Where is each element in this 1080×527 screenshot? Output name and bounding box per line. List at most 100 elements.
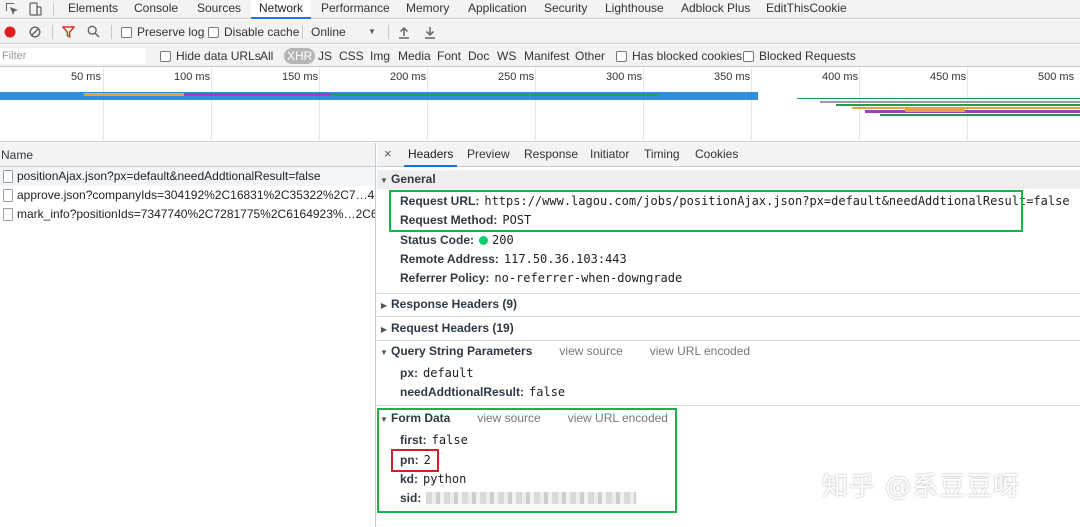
tab-sources[interactable]: Sources [189, 0, 249, 19]
close-icon[interactable]: × [384, 143, 392, 165]
gridline [103, 68, 104, 142]
view-url-encoded-link[interactable]: view URL encoded [650, 344, 750, 358]
detail-tabs: × Headers Preview Response Initiator Tim… [377, 143, 1080, 167]
request-headers-title: Request Headers (19) [391, 321, 514, 335]
hide-data-urls-checkbox[interactable]: Hide data URLs [160, 45, 261, 67]
checkbox-box [160, 51, 171, 62]
type-filter-img[interactable]: Img [367, 45, 393, 67]
watermark: 知乎 @系豆豆呀 [822, 472, 1021, 502]
tab-application[interactable]: Application [460, 0, 535, 19]
has-blocked-cookies-label: Has blocked cookies [632, 49, 743, 63]
preserve-log-checkbox[interactable]: Preserve log [121, 20, 204, 44]
response-headers-section-header[interactable]: ▶ Response Headers (9) [377, 295, 1080, 314]
tab-network[interactable]: Network [251, 0, 312, 19]
response-headers-title: Response Headers (9) [391, 297, 518, 311]
request-row[interactable]: approve.json?companyIds=304192%2C16831%2… [0, 186, 375, 205]
blocked-requests-label: Blocked Requests [759, 49, 856, 63]
inspect-element-icon[interactable] [4, 1, 20, 17]
timeline-tick: 150 ms [282, 71, 319, 83]
disable-cache-label: Disable cache [224, 25, 300, 39]
param-value: default [423, 366, 474, 380]
request-list: Name positionAjax.json?px=default&needAd… [0, 143, 376, 527]
tab-security[interactable]: Security [536, 0, 595, 19]
tab-lighthouse[interactable]: Lighthouse [597, 0, 672, 19]
search-icon[interactable] [87, 25, 100, 38]
gridline [751, 68, 752, 142]
import-har-icon[interactable] [398, 25, 410, 39]
general-section-header[interactable]: ▼ General [377, 170, 1080, 189]
name-column-header[interactable]: Name [0, 143, 375, 167]
timeline-tick: 300 ms [606, 71, 643, 83]
triangle-down-icon: ▼ [380, 348, 388, 357]
checkbox-box [121, 27, 132, 38]
tab-editthiscookie[interactable]: EditThisCookie [758, 0, 855, 19]
type-filter-all[interactable]: All [257, 45, 276, 67]
record-icon[interactable] [4, 26, 16, 38]
devtools-main-tabs: Elements Console Sources Network Perform… [0, 0, 1080, 19]
filter-icon[interactable] [62, 26, 75, 38]
blocked-requests-checkbox[interactable]: Blocked Requests [743, 45, 856, 67]
tab-memory[interactable]: Memory [398, 0, 457, 19]
tab-adblock-plus[interactable]: Adblock Plus [673, 0, 758, 19]
tab-initiator[interactable]: Initiator [586, 143, 633, 167]
timeline-bar [184, 93, 330, 96]
type-filter-js[interactable]: JS [315, 45, 335, 67]
tab-timing[interactable]: Timing [640, 143, 684, 167]
chevron-down-icon[interactable]: ▼ [368, 20, 376, 44]
filter-input[interactable] [0, 48, 145, 64]
has-blocked-cookies-checkbox[interactable]: Has blocked cookies [616, 45, 742, 67]
timeline-bar [865, 110, 1080, 113]
request-row[interactable]: positionAjax.json?px=default&needAddtion… [0, 167, 375, 186]
throttling-value: Online [311, 25, 346, 39]
request-row[interactable]: mark_info?positionIds=7347740%2C7281775%… [0, 205, 375, 224]
timeline-bar [836, 104, 1080, 106]
tab-console[interactable]: Console [126, 0, 186, 19]
timeline-bar [797, 98, 1080, 99]
remote-address-row: Remote Address: 117.50.36.103:443 [400, 250, 627, 268]
device-toolbar-icon[interactable] [27, 1, 43, 17]
query-string-title: Query String Parameters [391, 344, 533, 358]
view-source-link[interactable]: view source [559, 344, 622, 358]
tab-cookies[interactable]: Cookies [691, 143, 742, 167]
type-filter-other[interactable]: Other [572, 45, 608, 67]
param-key: needAddtionalResult: [400, 385, 525, 399]
type-filter-css[interactable]: CSS [336, 45, 367, 67]
disable-cache-checkbox[interactable]: Disable cache [208, 20, 299, 44]
toolbar-separator [302, 25, 303, 39]
param-key: px: [400, 366, 418, 380]
status-ok-icon [479, 236, 489, 245]
general-title: General [391, 172, 436, 186]
type-filter-media[interactable]: Media [395, 45, 434, 67]
timeline-overview[interactable]: 50 ms 100 ms 150 ms 200 ms 250 ms 300 ms… [0, 68, 1080, 142]
checkbox-box [743, 51, 754, 62]
referrer-policy-key: Referrer Policy: [400, 271, 490, 285]
type-filter-ws[interactable]: WS [494, 45, 519, 67]
throttling-select[interactable]: Online [311, 20, 346, 44]
triangle-down-icon: ▼ [380, 176, 388, 185]
type-filter-xhr[interactable]: XHR [284, 48, 316, 64]
tab-headers[interactable]: Headers [404, 143, 458, 167]
toolbar-separator [52, 25, 53, 39]
toolbar-separator [388, 25, 389, 39]
tab-preview[interactable]: Preview [463, 143, 514, 167]
timeline-tick: 50 ms [71, 71, 101, 83]
file-icon [3, 208, 13, 221]
query-string-section-header[interactable]: ▼ Query String Parameters view source view … [377, 342, 1080, 361]
type-filter-doc[interactable]: Doc [465, 45, 492, 67]
referrer-policy-value: no-referrer-when-downgrade [494, 271, 683, 285]
timeline-bar [852, 107, 1080, 109]
tab-performance[interactable]: Performance [313, 0, 398, 19]
timeline-bar [330, 93, 660, 96]
type-filter-font[interactable]: Font [434, 45, 464, 67]
export-har-icon[interactable] [424, 25, 436, 39]
checkbox-box [616, 51, 627, 62]
section-divider [377, 293, 1080, 294]
clear-icon[interactable] [29, 26, 41, 38]
tab-response[interactable]: Response [520, 143, 582, 167]
timeline-tick: 200 ms [390, 71, 427, 83]
file-icon [3, 189, 13, 202]
request-headers-section-header[interactable]: ▶ Request Headers (19) [377, 319, 1080, 338]
timeline-bar [905, 109, 965, 112]
type-filter-manifest[interactable]: Manifest [521, 45, 572, 67]
tab-elements[interactable]: Elements [60, 0, 126, 19]
